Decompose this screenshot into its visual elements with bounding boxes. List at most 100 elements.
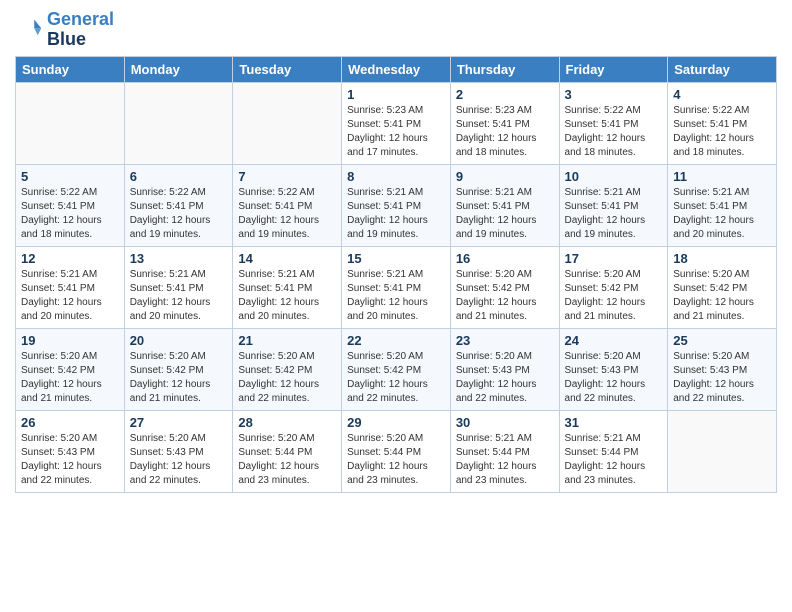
day-header-friday: Friday: [559, 56, 668, 82]
calendar-cell: 22Sunrise: 5:20 AM Sunset: 5:42 PM Dayli…: [342, 328, 451, 410]
day-number: 8: [347, 169, 445, 184]
calendar-cell: 19 Sunrise: 5:20 AM Sunset: 5:42 PM Dayli…: [16, 328, 125, 410]
day-info: Sunrise: 5:20 AM Sunset: 5:43 PM Dayligh…: [673, 350, 771, 406]
calendar-cell: 25 Sunrise: 5:20 AM Sunset: 5:43 PM Dayli…: [668, 328, 777, 410]
calendar-cell: 4 Sunrise: 5:22 AM Sunset: 5:41 PM Daylig…: [668, 82, 777, 164]
day-number: 5: [21, 169, 119, 184]
day-info: Sunrise: 5:22 AM Sunset: 5:41 PM Dayligh…: [21, 186, 119, 242]
day-number: 19: [21, 333, 119, 348]
day-info: Sunrise: 5:22 AM Sunset: 5:41 PM Dayligh…: [238, 186, 336, 242]
calendar-cell: 10 Sunrise: 5:21 AM Sunset: 5:41 PM Dayli…: [559, 164, 668, 246]
day-info: Sunrise: 5:20 AM Sunset: 5:42 PM Dayligh…: [456, 268, 554, 324]
logo: General Blue: [15, 10, 114, 50]
day-number: 17: [565, 251, 663, 266]
calendar-cell: 1 Sunrise: 5:23 AM Sunset: 5:41 PM Daylig…: [342, 82, 451, 164]
calendar-cell: 31 Sunrise: 5:21 AM Sunset: 5:44 PM Dayli…: [559, 410, 668, 492]
day-number: 22: [347, 333, 445, 348]
day-info: Sunrise: 5:20 AM Sunset: 5:42 PM Dayligh…: [565, 268, 663, 324]
day-number: 2: [456, 87, 554, 102]
day-number: 31: [565, 415, 663, 430]
day-number: 24: [565, 333, 663, 348]
day-info: Sunrise: 5:21 AM Sunset: 5:41 PM Dayligh…: [21, 268, 119, 324]
calendar-cell: 7 Sunrise: 5:22 AM Sunset: 5:41 PM Daylig…: [233, 164, 342, 246]
calendar-week-3: 12 Sunrise: 5:21 AM Sunset: 5:41 PM Dayli…: [16, 246, 777, 328]
calendar-cell: [16, 82, 125, 164]
day-number: 10: [565, 169, 663, 184]
day-number: 21: [238, 333, 336, 348]
day-number: 11: [673, 169, 771, 184]
day-number: 3: [565, 87, 663, 102]
day-number: 27: [130, 415, 228, 430]
day-header-wednesday: Wednesday: [342, 56, 451, 82]
calendar-cell: 26 Sunrise: 5:20 AM Sunset: 5:43 PM Dayli…: [16, 410, 125, 492]
day-number: 6: [130, 169, 228, 184]
day-info: Sunrise: 5:20 AM Sunset: 5:42 PM Dayligh…: [238, 350, 336, 406]
logo-icon: [15, 16, 43, 44]
day-number: 16: [456, 251, 554, 266]
calendar-cell: 15 Sunrise: 5:21 AM Sunset: 5:41 PM Dayli…: [342, 246, 451, 328]
day-info: Sunrise: 5:21 AM Sunset: 5:41 PM Dayligh…: [565, 186, 663, 242]
day-number: 23: [456, 333, 554, 348]
calendar-week-4: 19 Sunrise: 5:20 AM Sunset: 5:42 PM Dayli…: [16, 328, 777, 410]
day-number: 20: [130, 333, 228, 348]
day-number: 1: [347, 87, 445, 102]
calendar-body: 1 Sunrise: 5:23 AM Sunset: 5:41 PM Daylig…: [16, 82, 777, 492]
day-info: Sunrise: 5:20 AM Sunset: 5:42 PM Dayligh…: [673, 268, 771, 324]
calendar-cell: 29 Sunrise: 5:20 AM Sunset: 5:44 PM Dayli…: [342, 410, 451, 492]
day-number: 26: [21, 415, 119, 430]
day-number: 13: [130, 251, 228, 266]
day-number: 30: [456, 415, 554, 430]
day-number: 4: [673, 87, 771, 102]
day-number: 12: [21, 251, 119, 266]
day-info: Sunrise: 5:20 AM Sunset: 5:43 PM Dayligh…: [130, 432, 228, 488]
day-info: Sunrise: 5:20 AM Sunset: 5:44 PM Dayligh…: [238, 432, 336, 488]
day-number: 7: [238, 169, 336, 184]
logo-text: General Blue: [47, 10, 114, 50]
day-info: Sunrise: 5:21 AM Sunset: 5:44 PM Dayligh…: [456, 432, 554, 488]
day-number: 28: [238, 415, 336, 430]
day-info: Sunrise: 5:23 AM Sunset: 5:41 PM Dayligh…: [347, 104, 445, 160]
calendar-cell: 13Sunrise: 5:21 AM Sunset: 5:41 PM Dayli…: [124, 246, 233, 328]
day-number: 15: [347, 251, 445, 266]
calendar-cell: 27 Sunrise: 5:20 AM Sunset: 5:43 PM Dayli…: [124, 410, 233, 492]
day-number: 29: [347, 415, 445, 430]
day-info: Sunrise: 5:22 AM Sunset: 5:41 PM Dayligh…: [673, 104, 771, 160]
calendar-cell: [124, 82, 233, 164]
calendar-week-5: 26 Sunrise: 5:20 AM Sunset: 5:43 PM Dayli…: [16, 410, 777, 492]
day-info: Sunrise: 5:22 AM Sunset: 5:41 PM Dayligh…: [130, 186, 228, 242]
day-number: 14: [238, 251, 336, 266]
day-info: Sunrise: 5:20 AM Sunset: 5:43 PM Dayligh…: [21, 432, 119, 488]
calendar-cell: 11 Sunrise: 5:21 AM Sunset: 5:41 PM Dayli…: [668, 164, 777, 246]
day-info: Sunrise: 5:21 AM Sunset: 5:41 PM Dayligh…: [673, 186, 771, 242]
day-info: Sunrise: 5:20 AM Sunset: 5:43 PM Dayligh…: [565, 350, 663, 406]
day-header-thursday: Thursday: [450, 56, 559, 82]
calendar-cell: 12 Sunrise: 5:21 AM Sunset: 5:41 PM Dayli…: [16, 246, 125, 328]
day-info: Sunrise: 5:20 AM Sunset: 5:44 PM Dayligh…: [347, 432, 445, 488]
calendar-cell: 28 Sunrise: 5:20 AM Sunset: 5:44 PM Dayli…: [233, 410, 342, 492]
calendar-cell: 6 Sunrise: 5:22 AM Sunset: 5:41 PM Daylig…: [124, 164, 233, 246]
day-number: 9: [456, 169, 554, 184]
day-info: Sunrise: 5:20 AM Sunset: 5:42 PM Dayligh…: [21, 350, 119, 406]
calendar-week-1: 1 Sunrise: 5:23 AM Sunset: 5:41 PM Daylig…: [16, 82, 777, 164]
calendar-cell: 23Sunrise: 5:20 AM Sunset: 5:43 PM Dayli…: [450, 328, 559, 410]
day-info: Sunrise: 5:21 AM Sunset: 5:44 PM Dayligh…: [565, 432, 663, 488]
day-info: Sunrise: 5:21 AM Sunset: 5:41 PM Dayligh…: [456, 186, 554, 242]
calendar-cell: 8Sunrise: 5:21 AM Sunset: 5:41 PM Daylig…: [342, 164, 451, 246]
calendar-cell: [233, 82, 342, 164]
day-info: Sunrise: 5:21 AM Sunset: 5:41 PM Dayligh…: [238, 268, 336, 324]
day-header-saturday: Saturday: [668, 56, 777, 82]
day-number: 18: [673, 251, 771, 266]
day-header-sunday: Sunday: [16, 56, 125, 82]
calendar-cell: 16 Sunrise: 5:20 AM Sunset: 5:42 PM Dayli…: [450, 246, 559, 328]
calendar-cell: 24 Sunrise: 5:20 AM Sunset: 5:43 PM Dayli…: [559, 328, 668, 410]
calendar-cell: 3Sunrise: 5:22 AM Sunset: 5:41 PM Daylig…: [559, 82, 668, 164]
day-info: Sunrise: 5:21 AM Sunset: 5:41 PM Dayligh…: [347, 268, 445, 324]
page-header: General Blue: [15, 10, 777, 50]
calendar-cell: 20 Sunrise: 5:20 AM Sunset: 5:42 PM Dayli…: [124, 328, 233, 410]
calendar-cell: 5 Sunrise: 5:22 AM Sunset: 5:41 PM Daylig…: [16, 164, 125, 246]
day-info: Sunrise: 5:23 AM Sunset: 5:41 PM Dayligh…: [456, 104, 554, 160]
calendar-cell: 2 Sunrise: 5:23 AM Sunset: 5:41 PM Daylig…: [450, 82, 559, 164]
day-info: Sunrise: 5:20 AM Sunset: 5:42 PM Dayligh…: [130, 350, 228, 406]
day-header-monday: Monday: [124, 56, 233, 82]
day-number: 25: [673, 333, 771, 348]
